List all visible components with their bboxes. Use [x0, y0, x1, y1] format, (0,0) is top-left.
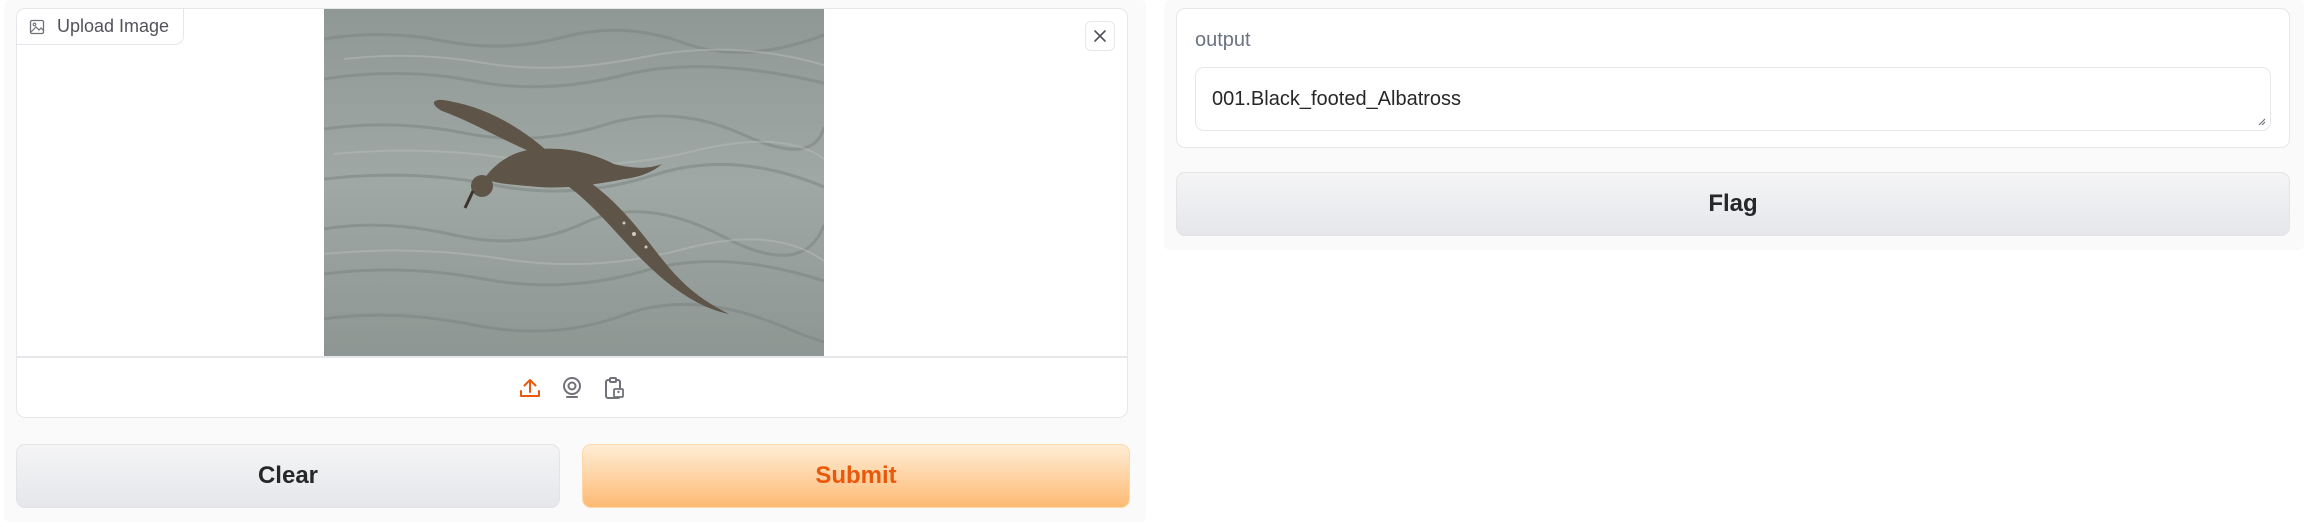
clipboard-source-button[interactable] — [599, 373, 629, 403]
upload-source-button[interactable] — [515, 373, 545, 403]
uploaded-image — [323, 9, 844, 357]
submit-button[interactable]: Submit — [582, 444, 1130, 508]
resize-handle-icon[interactable] — [2256, 116, 2266, 126]
output-label: output — [1195, 29, 1251, 51]
image-icon — [29, 19, 45, 34]
output-column: output 001.Black_footed_Albatross Flag — [1164, 0, 2304, 250]
image-input-label: Upload Image — [17, 9, 185, 45]
image-input-panel: Upload Image — [16, 8, 1128, 418]
input-column: Upload Image Clear Submit — [4, 0, 1146, 522]
close-icon — [1094, 30, 1106, 42]
upload-icon — [520, 378, 540, 397]
clear-button[interactable]: Clear — [16, 444, 560, 508]
output-value: 001.Black_footed_Albatross — [1212, 87, 1462, 110]
webcam-icon — [563, 376, 581, 398]
output-textbox[interactable]: 001.Black_footed_Albatross — [1195, 67, 2271, 131]
image-input-label-text: Upload Image — [57, 16, 170, 36]
remove-image-button[interactable] — [1085, 21, 1115, 51]
image-source-toolbar — [17, 358, 1127, 417]
flag-button[interactable]: Flag — [1176, 172, 2290, 236]
albatross-photo — [323, 9, 844, 357]
webcam-source-button[interactable] — [557, 373, 587, 403]
output-panel: output 001.Black_footed_Albatross — [1176, 8, 2290, 148]
clipboard-icon — [605, 376, 624, 399]
